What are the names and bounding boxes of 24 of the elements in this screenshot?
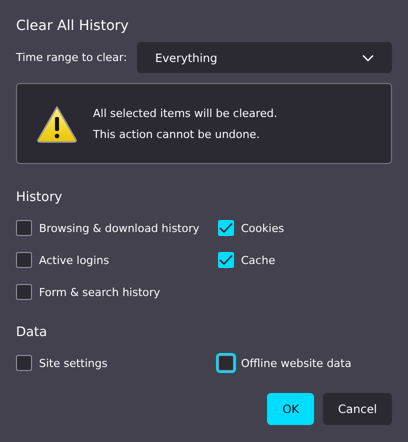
checkbox-label: Cache xyxy=(241,254,276,266)
checkbox-label: Browsing & download history xyxy=(39,222,200,234)
checkbox-label: Form & search history xyxy=(39,286,160,298)
warning-text: All selected items will be cleared. xyxy=(93,106,278,120)
warning-icon xyxy=(36,104,78,142)
checkbox-label: Active logins xyxy=(39,254,110,266)
section-heading: Data xyxy=(16,324,48,342)
checkbox-label: Site settings xyxy=(39,356,108,370)
warning-text: This action cannot be undone. xyxy=(93,128,261,140)
dialog-title: Clear All History xyxy=(16,17,130,36)
checkbox[interactable] xyxy=(16,220,32,236)
ok-button[interactable]: OK xyxy=(267,393,314,425)
section-heading: History xyxy=(16,189,64,207)
chevron-down-icon xyxy=(362,54,374,62)
checkbox[interactable] xyxy=(16,355,32,371)
checkbox-label: Cookies xyxy=(241,222,284,234)
time-range-label: Time range to clear: xyxy=(16,51,128,64)
checkbox[interactable] xyxy=(218,252,234,268)
checkbox[interactable] xyxy=(16,284,32,300)
time-range-dropdown[interactable]: Everything xyxy=(137,42,392,73)
checkbox[interactable] xyxy=(16,252,32,268)
checkbox-label: Offline website data xyxy=(241,356,352,370)
cancel-button[interactable]: Cancel xyxy=(323,393,392,425)
checkbox[interactable] xyxy=(218,220,234,236)
